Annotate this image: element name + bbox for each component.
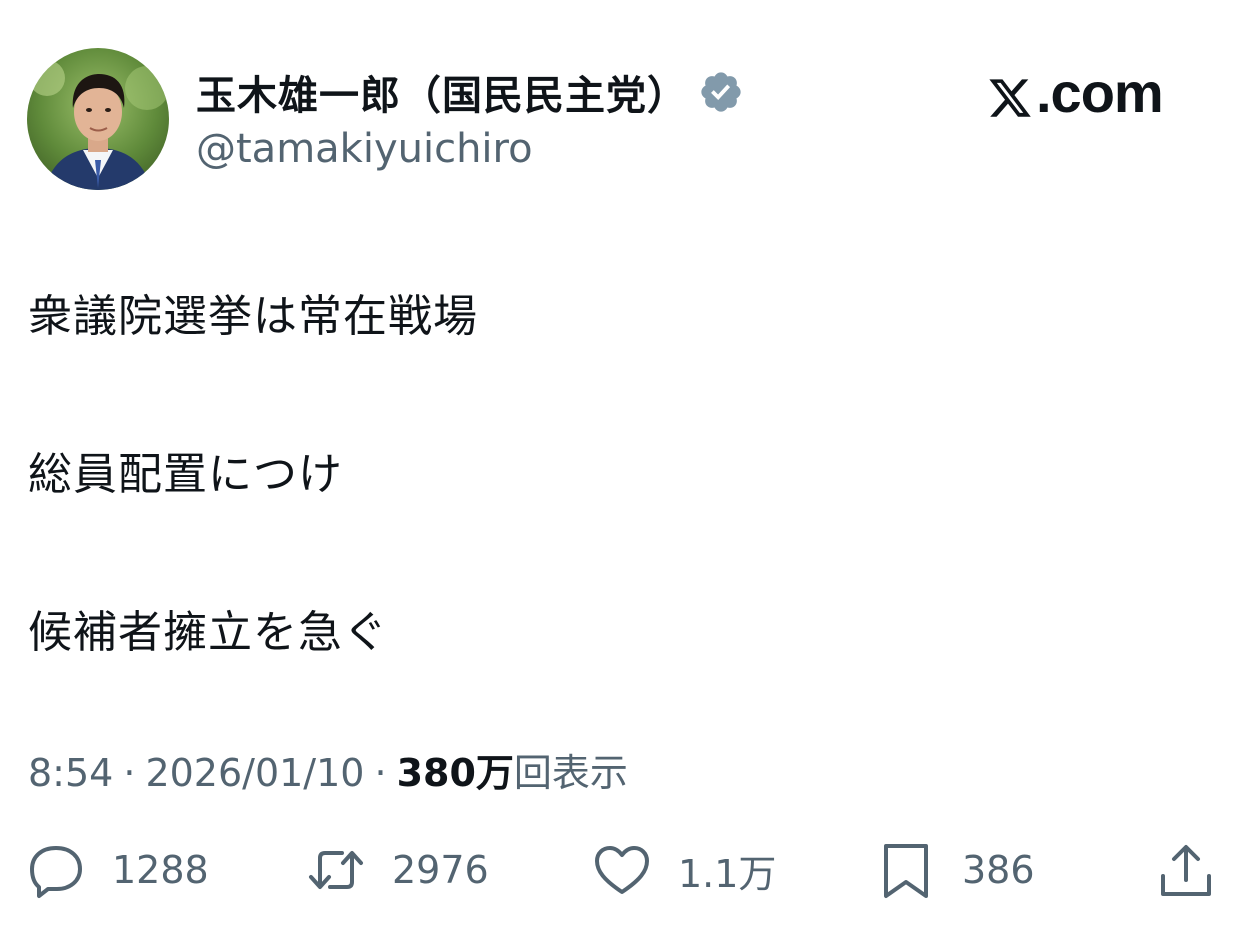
heart-icon (592, 840, 652, 900)
retweet-icon (306, 840, 366, 900)
bookmark-count: 386 (962, 848, 1035, 892)
reply-icon (26, 840, 86, 900)
tweet-line-3: 候補者擁立を急ぐ (28, 607, 388, 658)
reply-count: 1288 (112, 848, 209, 892)
meta-separator: · (123, 751, 136, 795)
bookmark-icon (876, 840, 936, 900)
tweet-line-1: 衆議院選挙は常在戦場 (28, 291, 478, 342)
like-button[interactable]: 1.1万 (592, 840, 776, 900)
tweet-line-2: 総員配置につけ (28, 449, 343, 500)
author-name-row: 玉木雄一郎（国民民主党） (196, 62, 744, 122)
share-icon (1156, 840, 1216, 900)
tweet-time[interactable]: 8:54 (28, 751, 113, 795)
x-site-label: .com (1036, 60, 1164, 124)
avatar-photo (27, 48, 169, 190)
avatar[interactable] (27, 48, 169, 190)
tweet-meta: 8:54 · 2026/01/10 · 380万 回表示 (28, 742, 628, 797)
author-display-name[interactable]: 玉木雄一郎（国民民主党） (196, 63, 688, 121)
retweet-count: 2976 (392, 848, 489, 892)
share-button[interactable] (1156, 840, 1216, 900)
meta-separator: · (374, 751, 387, 795)
bookmark-button[interactable]: 386 (876, 840, 1035, 900)
x-logo-icon (986, 69, 1034, 117)
retweet-button[interactable]: 2976 (306, 840, 489, 900)
reply-button[interactable]: 1288 (26, 840, 209, 900)
views-label: 回表示 (513, 751, 628, 795)
tweet-date[interactable]: 2026/01/10 (145, 751, 364, 795)
x-brand: .com (986, 60, 1164, 124)
verified-badge-icon (698, 69, 744, 115)
author-handle[interactable]: @tamakiyuichiro (196, 126, 533, 172)
views-count[interactable]: 380万 (397, 742, 514, 797)
like-count: 1.1万 (678, 851, 777, 896)
